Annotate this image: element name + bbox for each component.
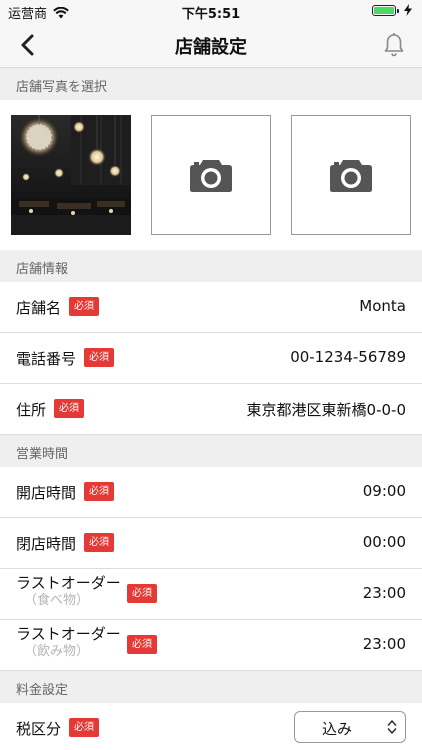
charging-icon — [404, 4, 412, 16]
required-badge: 必須 — [84, 533, 114, 552]
last-order-drink-label: ラストオーダー （飲み物） — [16, 626, 121, 660]
section-header-info: 店舗情報 — [0, 250, 422, 282]
address-label: 住所 — [16, 401, 47, 419]
section-header-photos: 店舗写真を選択 — [0, 68, 422, 100]
close-time-label: 閉店時間 — [16, 535, 77, 553]
open-time-value[interactable]: 09:00 — [363, 482, 406, 500]
status-bar: 运营商 下午5:51 — [0, 0, 422, 22]
close-time-row[interactable]: 閉店時間 必須 00:00 — [0, 518, 422, 569]
last-order-food-value[interactable]: 23:00 — [363, 584, 406, 602]
open-time-label: 開店時間 — [16, 484, 77, 502]
last-order-food-label: ラストオーダー （食べ物） — [16, 575, 121, 609]
required-badge: 必須 — [84, 348, 114, 367]
store-name-row[interactable]: 店舗名 必須 Monta — [0, 282, 422, 333]
battery-icon — [372, 4, 399, 16]
store-photo[interactable] — [11, 115, 131, 235]
tax-type-label: 税区分 — [16, 720, 62, 738]
phone-row[interactable]: 電話番号 必須 00-1234-56789 — [0, 333, 422, 384]
chevron-up-down-icon — [387, 720, 397, 734]
last-order-drink-sub: （飲み物） — [24, 644, 90, 659]
photo-row — [0, 100, 422, 250]
last-order-drink-value[interactable]: 23:00 — [363, 635, 406, 653]
section-header-pricing: 料金設定 — [0, 671, 422, 703]
required-badge: 必須 — [69, 297, 99, 316]
tax-type-row: 税区分 必須 込み — [0, 703, 422, 750]
close-time-value[interactable]: 00:00 — [363, 533, 406, 551]
open-time-row[interactable]: 開店時間 必須 09:00 — [0, 467, 422, 518]
address-value[interactable]: 東京都港区東新橋0-0-0 — [247, 399, 406, 420]
required-badge: 必須 — [84, 482, 114, 501]
bell-icon — [384, 33, 404, 57]
address-row[interactable]: 住所 必須 東京都港区東新橋0-0-0 — [0, 384, 422, 435]
nav-bar: 店舗設定 — [0, 22, 422, 68]
store-name-label: 店舗名 — [16, 299, 62, 317]
phone-value[interactable]: 00-1234-56789 — [290, 348, 406, 366]
last-order-food-row[interactable]: ラストオーダー （食べ物） 必須 23:00 — [0, 569, 422, 620]
last-order-label-text: ラストオーダー — [16, 574, 121, 592]
tax-type-value: 込み — [321, 720, 352, 738]
required-badge: 必須 — [127, 635, 157, 654]
store-name-value[interactable]: Monta — [359, 297, 406, 315]
notification-button[interactable] — [382, 32, 406, 58]
required-badge: 必須 — [69, 718, 99, 737]
restaurant-photo-image — [11, 115, 131, 235]
last-order-food-sub: （食べ物） — [24, 593, 90, 608]
page-title: 店舗設定 — [175, 37, 247, 58]
last-order-label-text: ラストオーダー — [16, 625, 121, 643]
required-badge: 必須 — [54, 399, 84, 418]
add-photo-slot-2[interactable] — [291, 115, 411, 235]
status-time: 下午5:51 — [181, 7, 241, 22]
tax-type-select[interactable]: 込み — [294, 711, 406, 743]
section-header-hours: 営業時間 — [0, 435, 422, 467]
camera-icon — [330, 160, 372, 192]
last-order-drink-row[interactable]: ラストオーダー （飲み物） 必須 23:00 — [0, 620, 422, 671]
add-photo-slot-1[interactable] — [151, 115, 271, 235]
required-badge: 必須 — [127, 584, 157, 603]
status-right — [372, 4, 412, 16]
phone-label: 電話番号 — [16, 350, 77, 368]
camera-icon — [190, 160, 232, 192]
